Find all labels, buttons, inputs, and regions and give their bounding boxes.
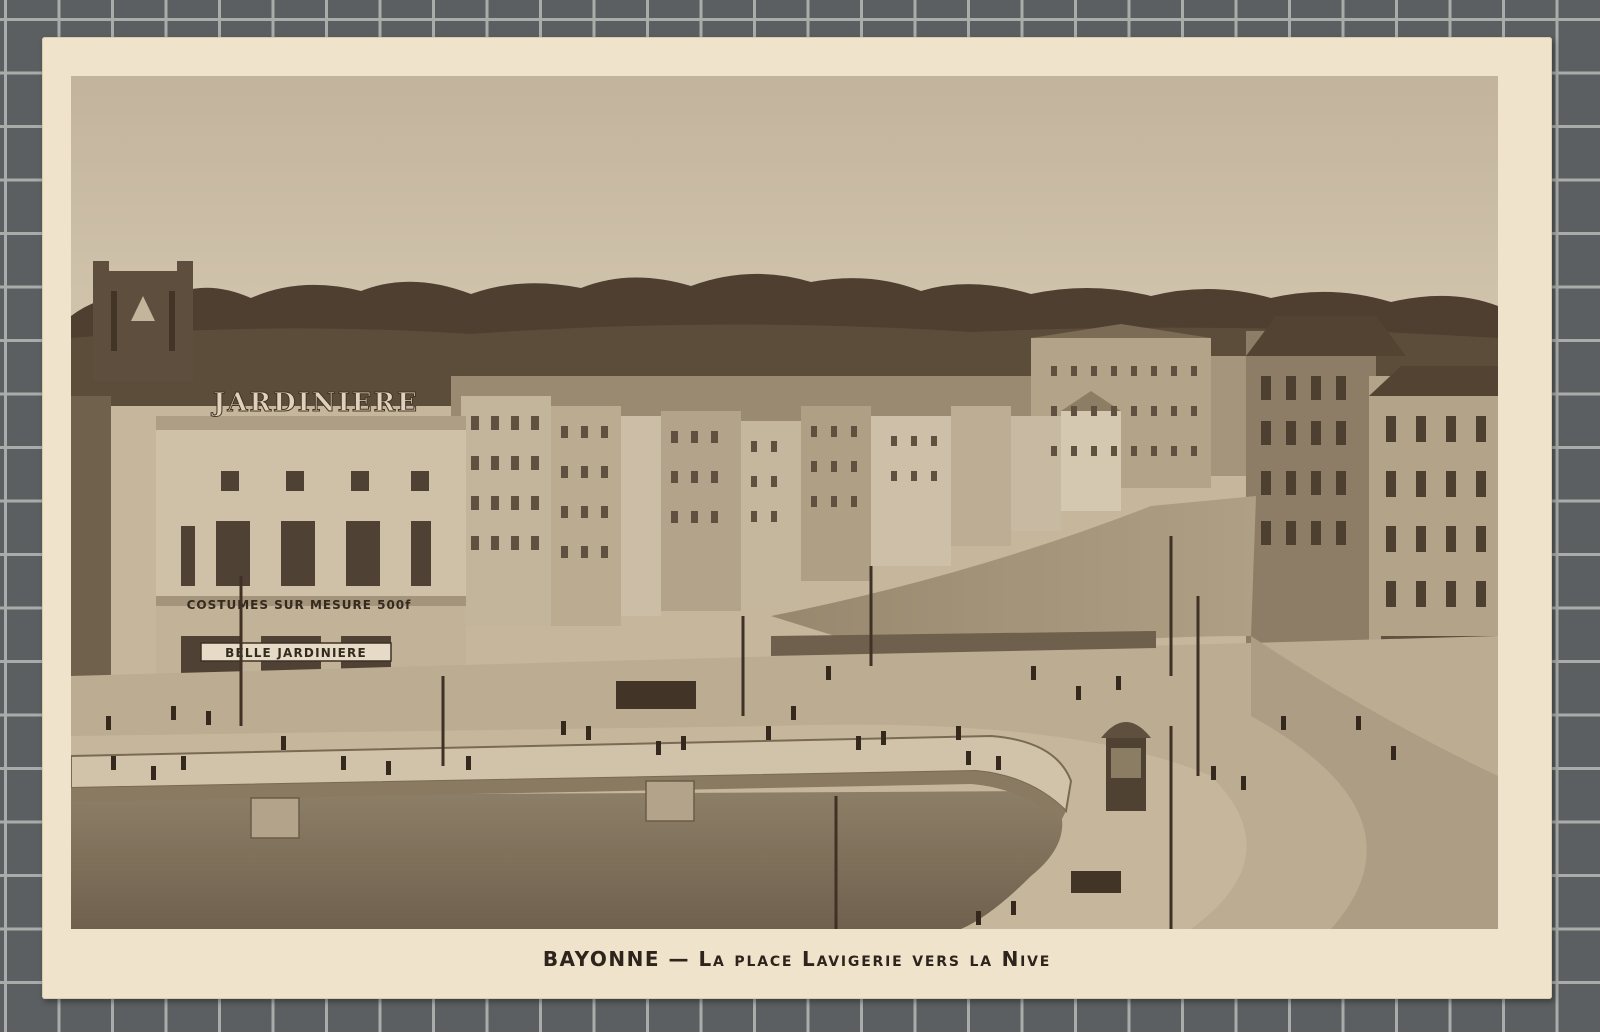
caption-dash: — [668, 947, 690, 971]
sepia-photograph: JARDINIERE COSTUMES SUR MESURE 500f BELL… [71, 76, 1498, 929]
postcard: JARDINIERE COSTUMES SUR MESURE 500f BELL… [42, 37, 1552, 999]
caption-city: BAYONNE [542, 947, 661, 971]
postcard-caption: BAYONNE — La place Lavigerie vers la Niv… [42, 947, 1552, 971]
city-scene: JARDINIERE COSTUMES SUR MESURE 500f BELL… [71, 76, 1498, 929]
caption-place: La place Lavigerie vers la Nive [698, 947, 1052, 971]
